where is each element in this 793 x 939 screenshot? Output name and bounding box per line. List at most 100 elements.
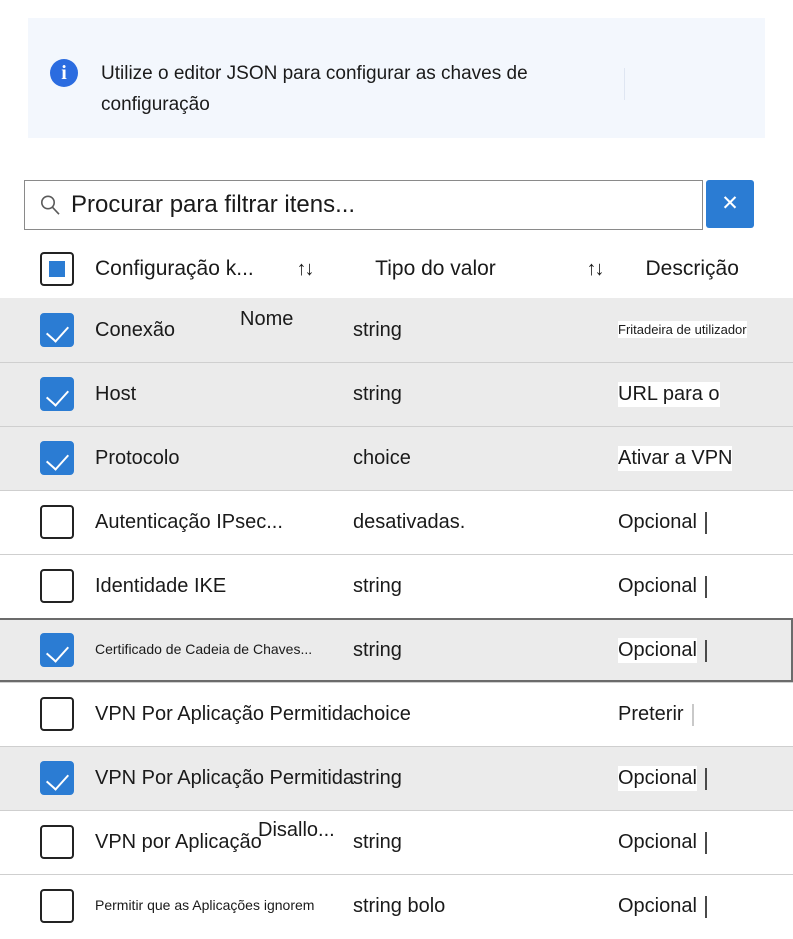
key-label: VPN Por Aplicação Permitida <box>95 702 355 725</box>
row-checkbox[interactable] <box>40 889 74 923</box>
table-row[interactable]: Conexão Nome string Fritadeira de utilizado… <box>0 298 793 362</box>
info-icon: i <box>50 59 78 87</box>
table-row[interactable]: Permitir que as Aplicações ignorem string… <box>0 874 793 938</box>
row-checkbox[interactable] <box>40 825 74 859</box>
cell-description: URL para o <box>618 381 768 407</box>
cell-description: Opcional <box>618 573 768 599</box>
type-label: string <box>353 766 402 789</box>
row-checkbox[interactable] <box>40 633 74 667</box>
type-label: choice <box>353 446 411 469</box>
column-header-type[interactable]: Tipo do valor <box>375 257 496 280</box>
clear-search-button[interactable]: ✕ <box>706 180 754 228</box>
cell-key: Identidade IKE <box>95 575 353 598</box>
cell-type: string <box>353 831 618 854</box>
description-label: Ativar a VPN <box>618 445 733 471</box>
search-box[interactable] <box>24 180 703 230</box>
table-row[interactable]: VPN Por Aplicação Permitida string Opciona… <box>0 746 793 810</box>
row-checkbox[interactable] <box>40 313 74 347</box>
key-label: Identidade IKE <box>95 574 227 597</box>
key-label: VPN por Aplicação <box>95 830 262 853</box>
table-body: Conexão Nome string Fritadeira de utilizado… <box>0 298 793 938</box>
column-header-desc[interactable]: Descrição <box>646 257 739 280</box>
cell-key: Permitir que as Aplicações ignorem <box>95 897 353 915</box>
description-label: Fritadeira de utilizador <box>618 321 747 338</box>
description-truncation-mark <box>704 512 708 535</box>
search-icon <box>39 194 61 216</box>
key-label: VPN Por Aplicação Permitida <box>95 766 355 789</box>
cell-description: Opcional <box>618 637 768 663</box>
cell-key: Protocolo <box>95 447 353 470</box>
row-checkbox[interactable] <box>40 697 74 731</box>
description-truncation-mark <box>704 640 708 663</box>
cell-key: Autenticação IPsec... <box>95 511 353 534</box>
row-checkbox[interactable] <box>40 569 74 603</box>
type-label: desativadas. <box>353 510 466 533</box>
description-truncation-mark <box>704 832 708 855</box>
cell-type: string bolo <box>353 895 618 918</box>
info-banner: i Utilize o editor JSON para configurar … <box>28 18 765 138</box>
key-label: Host <box>95 382 137 405</box>
description-label: Opcional <box>618 765 697 791</box>
info-banner-text: Utilize o editor JSON para configurar as… <box>101 63 528 115</box>
table-row[interactable]: Identidade IKE string Opcional <box>0 554 793 618</box>
cell-description: Opcional <box>618 765 768 791</box>
key-label: Certificado de Cadeia de Chaves... <box>95 641 313 657</box>
description-truncation-mark <box>691 704 695 727</box>
cell-description: Ativar a VPN <box>618 445 768 471</box>
select-all-checkbox[interactable] <box>40 252 74 286</box>
search-input[interactable] <box>71 191 671 219</box>
table-row[interactable]: Certificado de Cadeia de Chaves... string… <box>0 618 793 682</box>
type-label: string <box>353 638 402 661</box>
cell-description: Opcional <box>618 829 768 855</box>
key-label: Autenticação IPsec... <box>95 510 283 533</box>
description-truncation-mark <box>704 576 708 599</box>
cell-key: Host <box>95 383 353 406</box>
cell-type: string <box>353 639 618 662</box>
page-root: i Utilize o editor JSON para configurar … <box>0 0 793 939</box>
row-checkbox[interactable] <box>40 761 74 795</box>
table-row[interactable]: Protocolo choice Ativar a VPN <box>0 426 793 490</box>
cell-type: desativadas. <box>353 511 618 534</box>
type-label: string <box>353 574 402 597</box>
description-label: Preterir <box>618 701 684 727</box>
cell-key: Conexão Nome <box>95 308 353 342</box>
banner-divider <box>624 68 625 100</box>
cell-type: string <box>353 767 618 790</box>
table-row[interactable]: Host string URL para o <box>0 362 793 426</box>
key-label-overlay: Nome <box>240 307 294 330</box>
type-label: string <box>353 318 402 341</box>
cell-description: Opcional <box>618 509 768 535</box>
settings-table: Configuração k... ↑↓ Tipo do valor ↑↓ De… <box>0 240 793 938</box>
row-checkbox[interactable] <box>40 441 74 475</box>
cell-key: VPN por Aplicação Disallo... <box>95 819 353 854</box>
key-label-overlay: Disallo... <box>258 818 335 841</box>
type-label: string bolo <box>353 894 446 917</box>
key-label: Conexão <box>95 318 176 341</box>
cell-description: Opcional <box>618 893 768 919</box>
search-row: ✕ <box>24 180 754 230</box>
cell-key: VPN Por Aplicação Permitida <box>95 766 355 790</box>
key-label: Protocolo <box>95 446 180 469</box>
description-label: URL para o <box>618 381 720 407</box>
description-truncation-mark <box>704 896 708 919</box>
table-row[interactable]: VPN Por Aplicação Permitida choice Preteri… <box>0 682 793 746</box>
cell-type: string <box>353 383 618 406</box>
row-checkbox[interactable] <box>40 505 74 539</box>
type-label: string <box>353 830 402 853</box>
sort-icon-key[interactable]: ↑↓ <box>297 258 315 280</box>
sort-icon-type[interactable]: ↑↓ <box>587 258 605 280</box>
row-checkbox[interactable] <box>40 377 74 411</box>
description-label: Opcional <box>618 573 697 599</box>
type-label: string <box>353 382 402 405</box>
type-label: choice <box>353 702 411 725</box>
description-label: Opcional <box>618 893 697 919</box>
cell-key: VPN Por Aplicação Permitida <box>95 702 355 726</box>
description-label: Opcional <box>618 829 697 855</box>
description-label: Opcional <box>618 637 697 663</box>
table-row[interactable]: Autenticação IPsec... desativadas. Opciona… <box>0 490 793 554</box>
cell-description: Preterir <box>618 701 768 727</box>
column-header-key[interactable]: Configuração k... <box>95 257 254 280</box>
table-row[interactable]: VPN por Aplicação Disallo... string Opciona… <box>0 810 793 874</box>
description-truncation-mark <box>704 768 708 791</box>
table-header-row: Configuração k... ↑↓ Tipo do valor ↑↓ De… <box>0 240 793 298</box>
